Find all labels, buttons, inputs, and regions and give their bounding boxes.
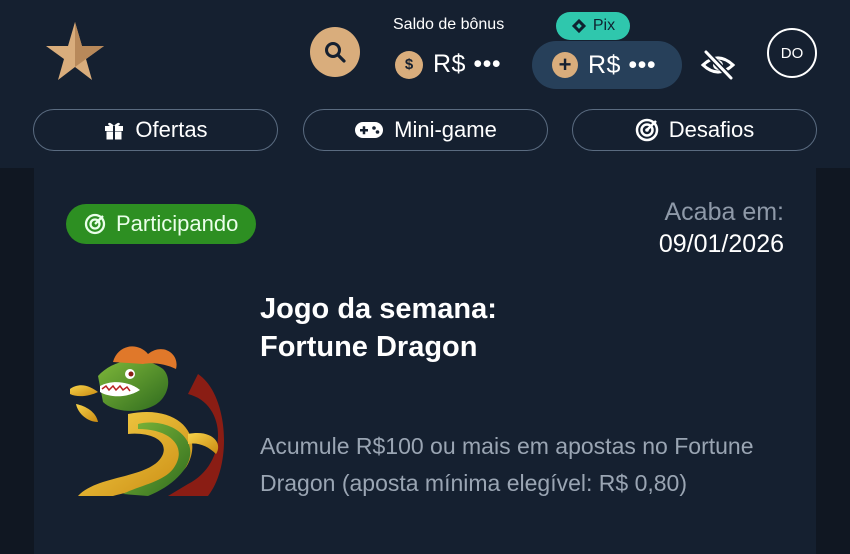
main-balance-value: R$ ••• (588, 50, 657, 79)
challenge-title-line1: Jogo da semana: (260, 293, 497, 325)
eye-slash-icon[interactable] (700, 47, 736, 83)
target-icon (635, 118, 658, 142)
status-badge: Participando (66, 204, 257, 244)
challenge-title: Jogo da semana: Fortune Dragon (260, 290, 680, 366)
star-logo-icon[interactable] (44, 20, 104, 82)
fortune-dragon-image (70, 346, 225, 496)
tab-desafios[interactable]: Desafios (572, 109, 817, 151)
target-check-icon (84, 213, 106, 235)
bonus-balance-label: Saldo de bônus (393, 16, 505, 33)
end-date-value: 09/01/2026 (658, 230, 784, 258)
plus-icon: + (552, 52, 578, 78)
status-label: Participando (116, 211, 239, 236)
tab-mini-game[interactable]: Mini-game (303, 109, 548, 151)
search-button[interactable] (310, 27, 360, 77)
bonus-balance[interactable]: $ R$ ••• (395, 50, 501, 79)
pix-label: Pix (592, 17, 616, 34)
challenge-description: Acumule R$100 ou mais em apostas no Fort… (260, 433, 754, 496)
user-avatar[interactable]: DO (767, 28, 817, 78)
gamepad-icon (355, 122, 384, 138)
search-icon (325, 42, 346, 63)
tab-desafios-label: Desafios (668, 117, 755, 142)
challenge-card[interactable]: Participando Acaba em: 09/01/2026 Jogo d… (34, 168, 816, 554)
coin-icon: $ (395, 50, 423, 79)
bonus-balance-value: R$ ••• (433, 50, 502, 78)
end-date-label: Acaba em: (664, 198, 784, 226)
challenge-title-line2: Fortune Dragon (260, 331, 478, 363)
gift-icon (105, 122, 124, 140)
tab-ofertas[interactable]: Ofertas (33, 109, 278, 151)
pix-icon (571, 18, 586, 34)
tab-ofertas-label: Ofertas (135, 117, 208, 142)
tab-mini-game-label: Mini-game (394, 117, 497, 142)
pix-badge: Pix (556, 12, 630, 40)
end-date: Acaba em: 09/01/2026 (659, 196, 784, 260)
deposit-button[interactable]: + R$ ••• (532, 41, 682, 89)
top-header: Saldo de bônus $ R$ ••• + R$ ••• Pix DO … (0, 0, 850, 168)
